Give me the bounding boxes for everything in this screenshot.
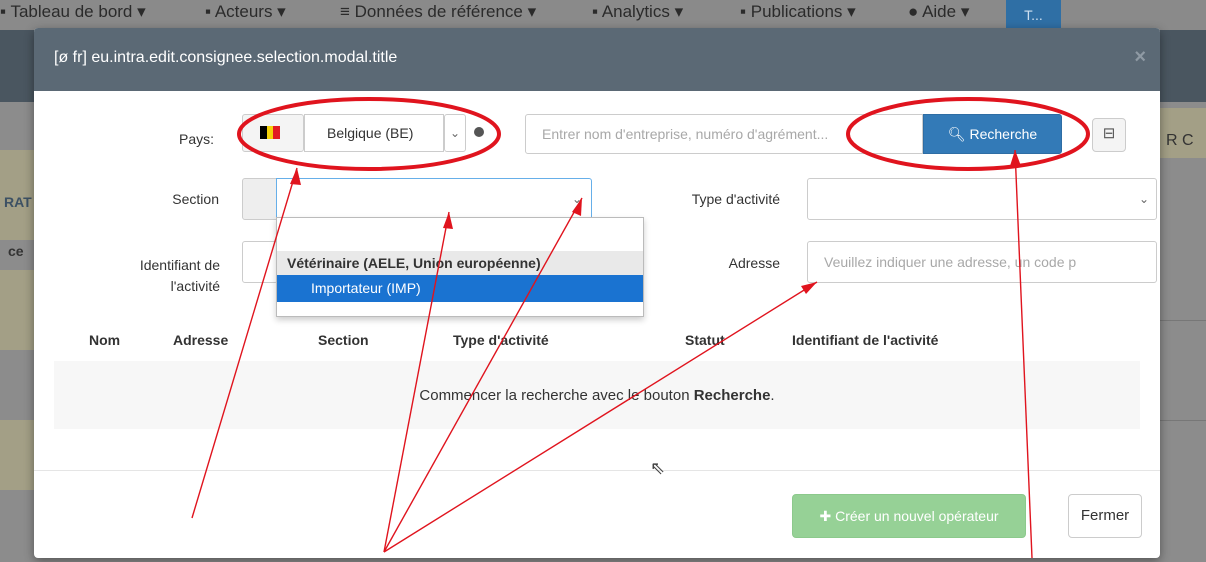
annotation-arrowhead [1010,150,1021,166]
annotation-arrow [191,167,298,519]
annotation-arrowhead [801,282,817,294]
annotation-ellipse [237,97,501,171]
annotation-ellipse [846,97,1090,171]
annotation-arrowhead [290,168,301,185]
annotation-arrow [383,197,583,553]
annotation-arrow [383,281,818,553]
annotation-overlay [191,97,1090,559]
annotation-arrow [1014,149,1033,559]
annotation-arrow [383,211,450,553]
